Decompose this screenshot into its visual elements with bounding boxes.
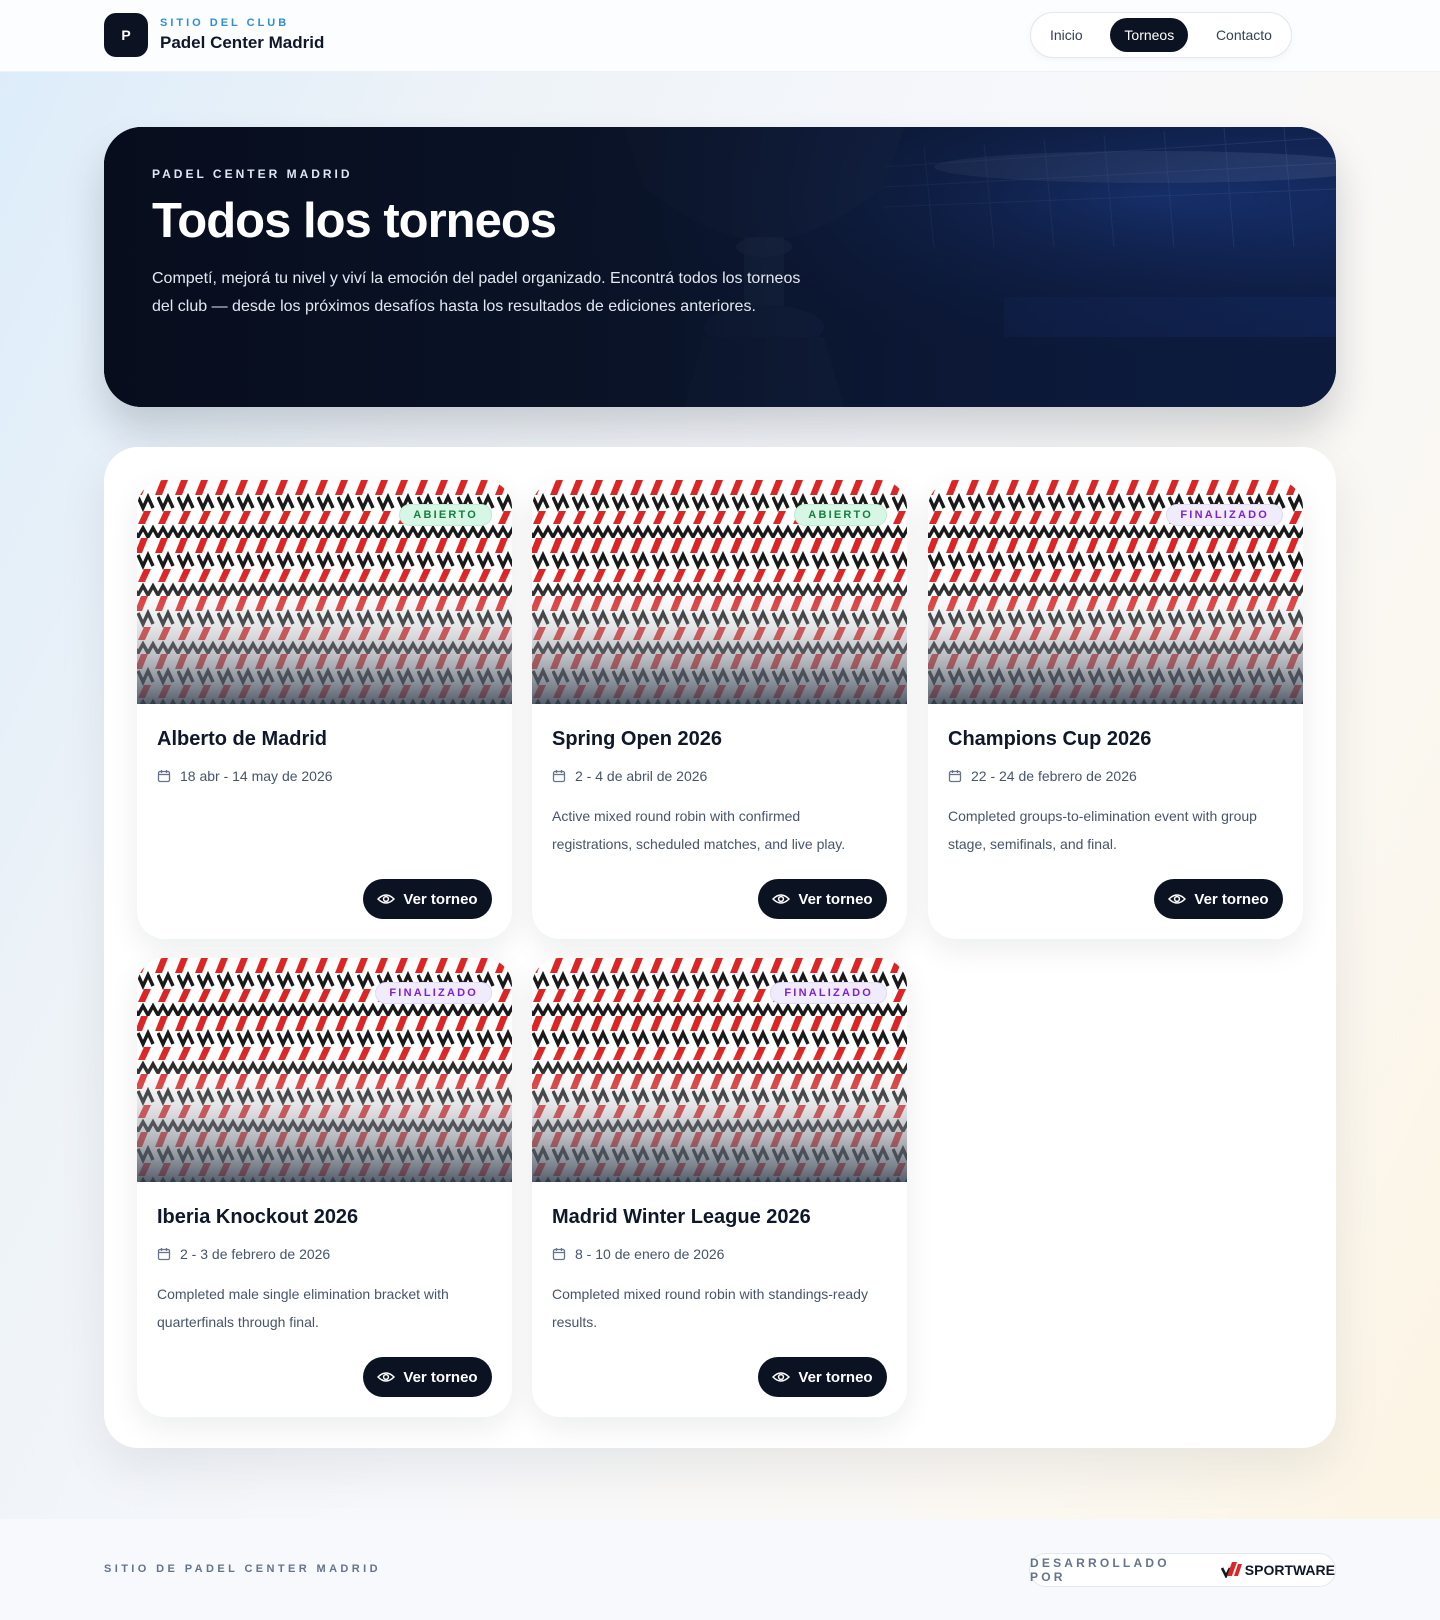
eye-icon (377, 894, 396, 904)
tournament-dates: 2 - 4 de abril de 2026 (552, 768, 707, 784)
status-badge: ABIERTO (794, 504, 887, 526)
ver-torneo-button[interactable]: Ver torneo (363, 879, 492, 919)
developed-by-label: DESARROLLADO POR (1030, 1556, 1170, 1584)
hero-content: PADEL CENTER MADRID Todos los torneos Co… (152, 167, 812, 321)
sportware-logo-icon (1220, 1562, 1242, 1578)
tournament-description: Active mixed round robin with confirmed … (552, 808, 846, 852)
eye-icon (772, 894, 791, 904)
site-footer: SITIO DE PADEL CENTER MADRID DESARROLLAD… (0, 1519, 1440, 1620)
calendar-icon (948, 770, 962, 783)
status-badge: FINALIZADO (770, 982, 887, 1004)
tournament-title: Spring Open 2026 (552, 728, 723, 750)
club-brand[interactable]: P SITIO DEL CLUB Padel Center Madrid (104, 13, 324, 57)
tournament-card[interactable]: FINALIZADO Madrid Winter League 2026 8 -… (532, 958, 907, 1417)
status-badge: FINALIZADO (1166, 504, 1283, 526)
hero-banner: PADEL CENTER MADRID Todos los torneos Co… (104, 127, 1336, 407)
brand-kicker: SITIO DEL CLUB (160, 17, 290, 29)
nav-torneos[interactable]: Torneos (1110, 18, 1189, 52)
calendar-icon (157, 770, 171, 783)
tournament-dates-text: 18 abr - 14 may de 2026 (180, 768, 333, 784)
tournament-card[interactable]: ABIERTO Alberto de Madrid 18 abr - 14 ma… (137, 480, 512, 939)
calendar-icon (157, 1248, 171, 1261)
club-logo-badge: P (104, 13, 148, 57)
tournament-dates: 22 - 24 de febrero de 2026 (948, 768, 1137, 784)
tournament-title: Champions Cup 2026 (948, 728, 1152, 750)
ver-torneo-button[interactable]: Ver torneo (1154, 879, 1283, 919)
tournament-dates: 18 abr - 14 may de 2026 (157, 768, 333, 784)
page-title: Todos los torneos (152, 194, 557, 248)
status-badge: FINALIZADO (375, 982, 492, 1004)
tournament-card[interactable]: FINALIZADO Iberia Knockout 2026 2 - 3 de… (137, 958, 512, 1417)
ver-torneo-label: Ver torneo (798, 1368, 873, 1386)
brand-text: SITIO DEL CLUB Padel Center Madrid (160, 17, 324, 53)
ver-torneo-button[interactable]: Ver torneo (758, 1357, 887, 1397)
tournament-description: Completed groups-to-elimination event wi… (948, 808, 1257, 852)
top-header: P SITIO DEL CLUB Padel Center Madrid Ini… (0, 0, 1440, 72)
tournament-dates-text: 2 - 3 de febrero de 2026 (180, 1246, 331, 1262)
footer-site-label: SITIO DE PADEL CENTER MADRID (104, 1563, 381, 1575)
tournament-title: Alberto de Madrid (157, 728, 328, 750)
main-nav: Inicio Torneos Contacto (1030, 12, 1292, 58)
tournament-dates: 8 - 10 de enero de 2026 (552, 1246, 724, 1262)
tournament-dates-text: 22 - 24 de febrero de 2026 (971, 768, 1137, 784)
sportware-brand-text: SPORTWARE (1244, 1562, 1335, 1578)
club-name: Padel Center Madrid (160, 33, 325, 52)
tournament-description: Completed mixed round robin with standin… (552, 1286, 868, 1330)
tournament-title: Iberia Knockout 2026 (157, 1206, 359, 1228)
nav-contacto[interactable]: Contacto (1202, 18, 1286, 52)
tournaments-panel: ABIERTO Alberto de Madrid 18 abr - 14 ma… (104, 447, 1336, 1448)
calendar-icon (552, 770, 566, 783)
tournament-dates: 2 - 3 de febrero de 2026 (157, 1246, 330, 1262)
sportware-logo: SPORTWARE (1220, 1562, 1335, 1578)
ver-torneo-label: Ver torneo (798, 890, 873, 908)
developer-credit[interactable]: DESARROLLADO POR SPORTWARE (1029, 1553, 1336, 1587)
calendar-icon (552, 1248, 566, 1261)
hero-kicker: PADEL CENTER MADRID (152, 167, 353, 181)
tournament-title: Madrid Winter League 2026 (552, 1206, 811, 1228)
hero-description: Competí, mejorá tu nivel y viví la emoci… (152, 270, 801, 315)
tournament-description: Completed male single elimination bracke… (157, 1286, 449, 1330)
ver-torneo-label: Ver torneo (403, 1368, 478, 1386)
tournament-dates-text: 2 - 4 de abril de 2026 (575, 768, 708, 784)
nav-inicio[interactable]: Inicio (1036, 18, 1097, 52)
ver-torneo-label: Ver torneo (403, 890, 478, 908)
status-badge: ABIERTO (399, 504, 492, 526)
ver-torneo-button[interactable]: Ver torneo (363, 1357, 492, 1397)
eye-icon (1168, 894, 1187, 904)
ver-torneo-label: Ver torneo (1194, 890, 1269, 908)
eye-icon (377, 1372, 396, 1382)
ver-torneo-button[interactable]: Ver torneo (758, 879, 887, 919)
eye-icon (772, 1372, 791, 1382)
tournament-card[interactable]: ABIERTO Spring Open 2026 2 - 4 de abril … (532, 480, 907, 939)
tournament-card[interactable]: FINALIZADO Champions Cup 2026 22 - 24 de… (928, 480, 1303, 939)
tournament-dates-text: 8 - 10 de enero de 2026 (575, 1246, 725, 1262)
